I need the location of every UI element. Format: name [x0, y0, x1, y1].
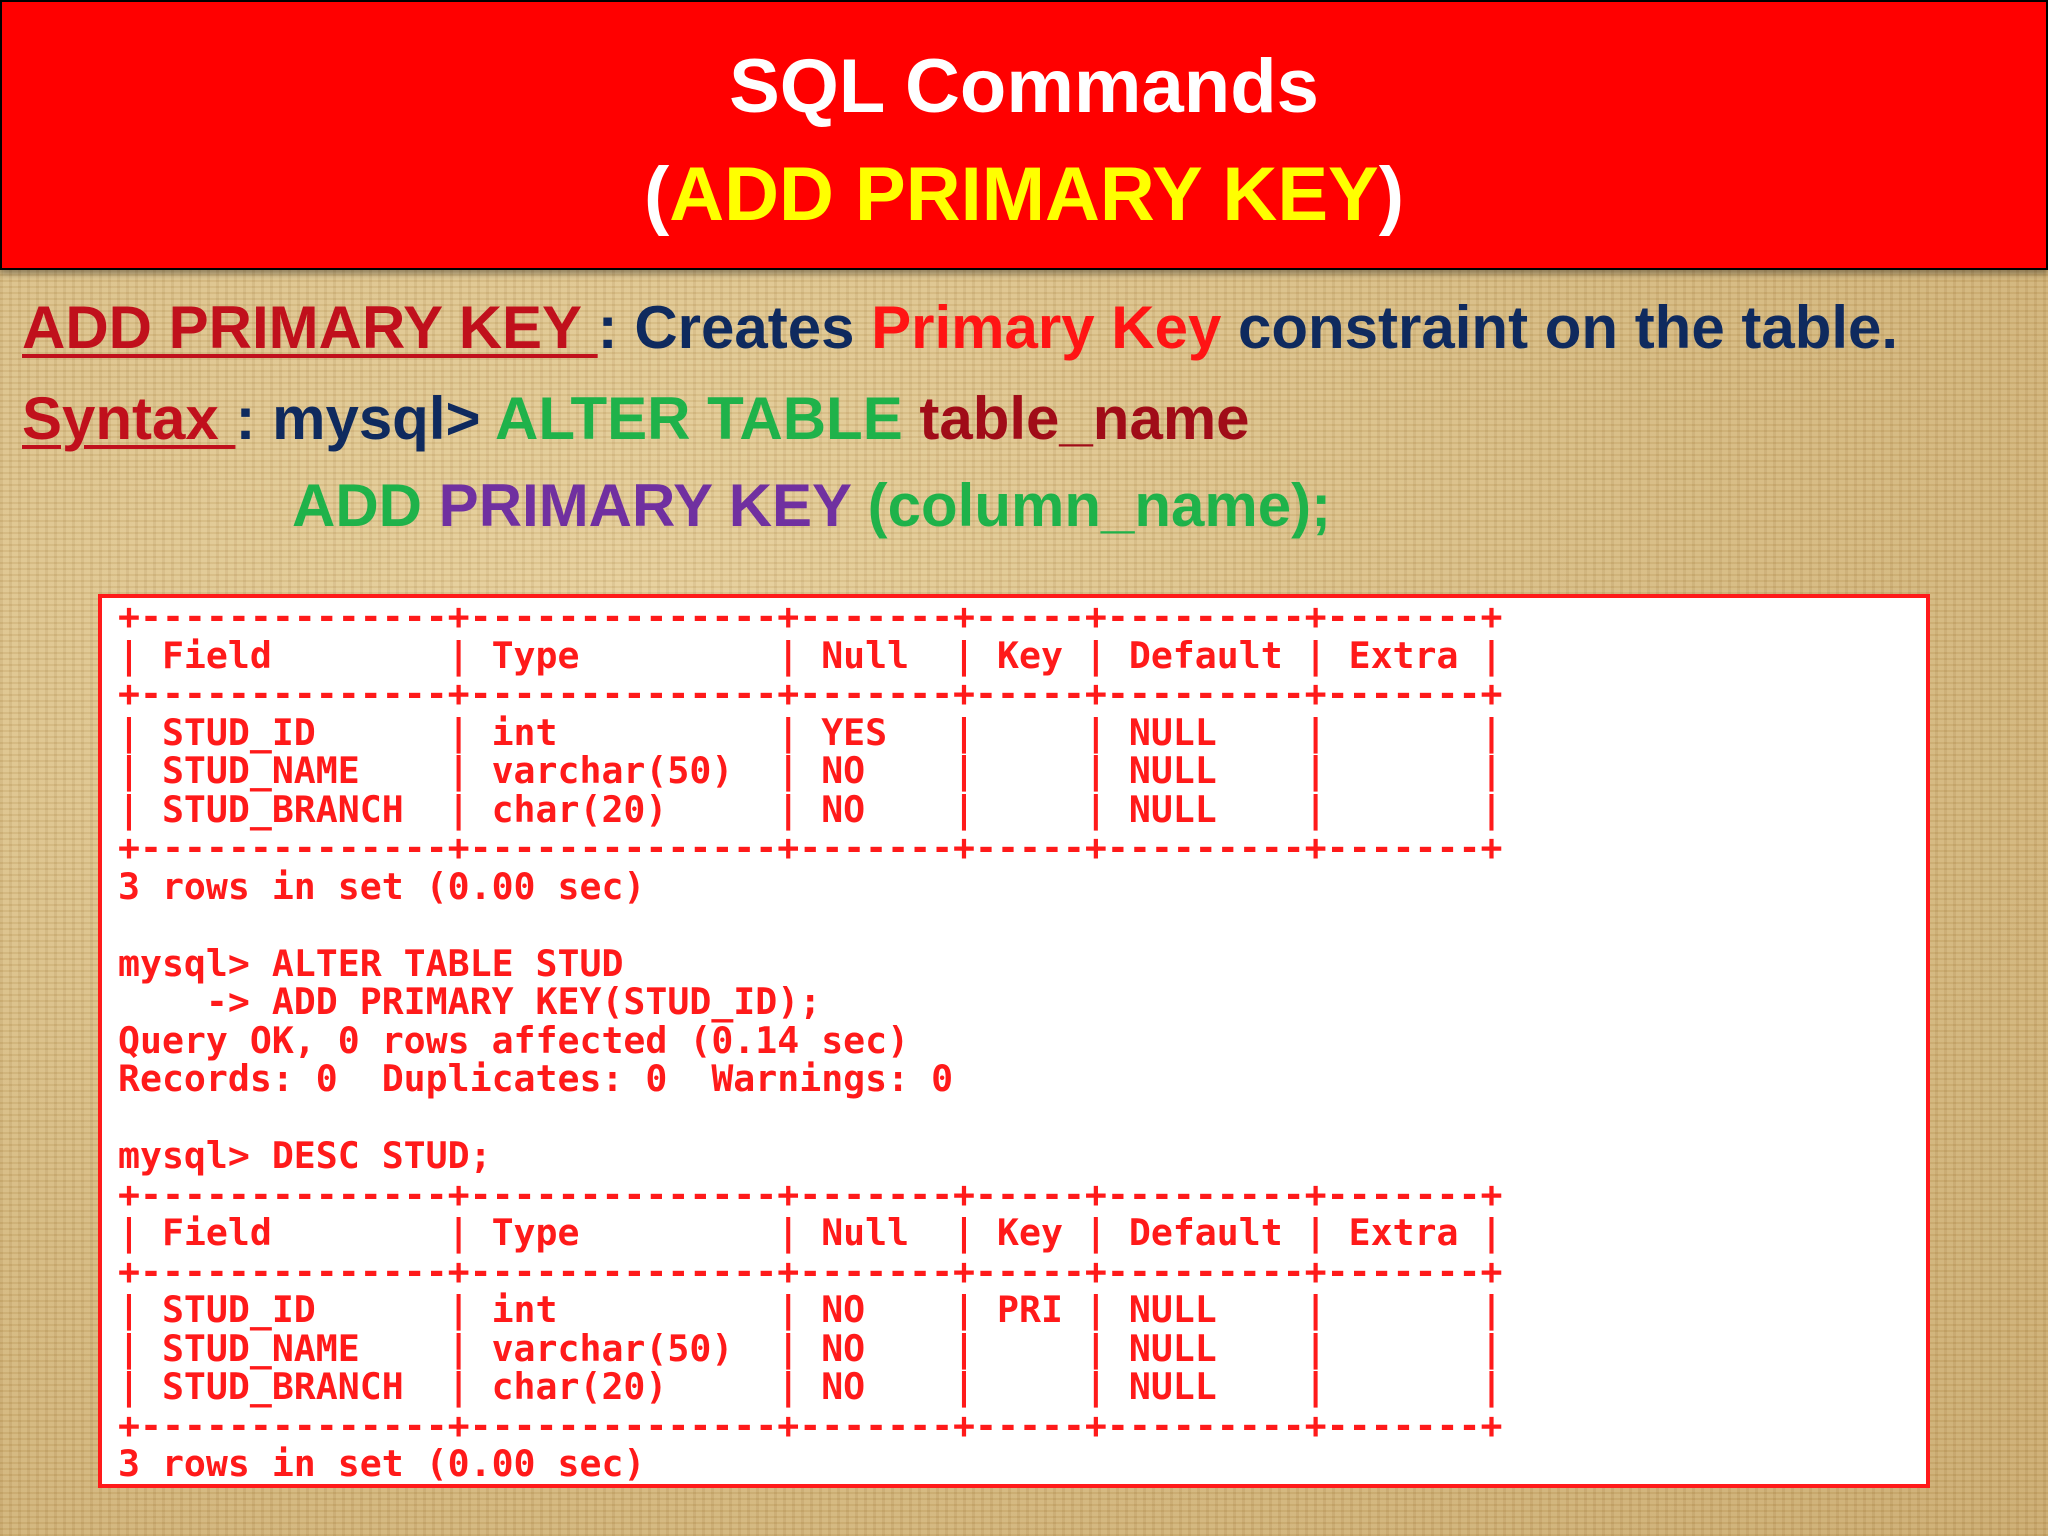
definition-text-before: Creates: [634, 294, 872, 361]
subtitle-text: ADD PRIMARY KEY: [669, 152, 1379, 237]
definition-text-after: constraint on the table.: [1221, 294, 1899, 361]
terminal-line: | STUD_BRANCH | char(20) | NO | | NULL |…: [118, 787, 1503, 831]
terminal-line: -> ADD PRIMARY KEY(STUD_ID);: [118, 980, 822, 1023]
terminal-line: | STUD_NAME | varchar(50) | NO | | NULL …: [118, 1326, 1503, 1370]
terminal-line: +--------------+--------------+-------+-…: [118, 672, 1503, 715]
syntax-primary-key: PRIMARY KEY: [438, 472, 868, 539]
syntax-add: ADD: [292, 472, 439, 539]
terminal-line: | STUD_ID | int | YES | | NULL | |: [118, 710, 1503, 754]
terminal-line: [118, 1099, 1926, 1138]
definition-term: ADD PRIMARY KEY: [22, 294, 598, 361]
terminal-line: +--------------+--------------+-------+-…: [118, 1249, 1503, 1293]
mysql-terminal-output: +--------------+--------------+-------+-…: [98, 594, 1930, 1488]
terminal-line: [118, 906, 1926, 945]
terminal-line: +--------------+--------------+-------+-…: [118, 595, 1503, 638]
terminal-line: | STUD_NAME | varchar(50) | NO | | NULL …: [118, 749, 1503, 792]
terminal-line: Query OK, 0 rows affected (0.14 sec): [118, 1018, 910, 1062]
syntax-line: Syntax : mysql> ALTER TABLE table_name: [22, 383, 1250, 455]
definition-line: ADD PRIMARY KEY : Creates Primary Key co…: [22, 292, 1898, 364]
syntax-label: Syntax: [22, 385, 236, 452]
page-title: SQL Commands: [729, 44, 1319, 129]
syntax-colon: :: [235, 385, 273, 452]
syntax-line-2: ADD PRIMARY KEY (column_name);: [292, 470, 1331, 542]
definition-colon: :: [597, 294, 635, 361]
terminal-line: +--------------+--------------+-------+-…: [118, 1403, 1503, 1447]
definition-highlight: Primary Key: [871, 294, 1222, 361]
terminal-line: | Field | Type | Null | Key | Default | …: [118, 633, 1503, 677]
terminal-line: | Field | Type | Null | Key | Default | …: [118, 1211, 1503, 1254]
terminal-line: | STUD_ID | int | NO | PRI | NULL | |: [118, 1288, 1503, 1331]
terminal-line: mysql> ALTER TABLE STUD: [118, 941, 624, 985]
syntax-table-name: table_name: [919, 385, 1250, 452]
terminal-line: 3 rows in set (0.00 sec): [118, 1442, 646, 1485]
syntax-column-part: (column_name);: [867, 472, 1332, 539]
subtitle-open-paren: (: [643, 152, 670, 237]
terminal-line: Records: 0 Duplicates: 0 Warnings: 0: [118, 1057, 954, 1100]
syntax-prompt: mysql>: [272, 385, 495, 452]
terminal-line: +--------------+--------------+-------+-…: [118, 1172, 1503, 1216]
terminal-line: +--------------+--------------+-------+-…: [118, 826, 1503, 869]
title-banner: SQL Commands (ADD PRIMARY KEY): [0, 0, 2048, 270]
terminal-line: 3 rows in set (0.00 sec): [118, 864, 646, 908]
page-subtitle: (ADD PRIMARY KEY): [2, 150, 2046, 240]
syntax-alter-table: ALTER TABLE: [494, 385, 920, 452]
terminal-line: | STUD_BRANCH | char(20) | NO | | NULL |…: [118, 1365, 1503, 1408]
subtitle-close-paren: ): [1378, 152, 1405, 237]
terminal-line: mysql> DESC STUD;: [118, 1134, 492, 1177]
